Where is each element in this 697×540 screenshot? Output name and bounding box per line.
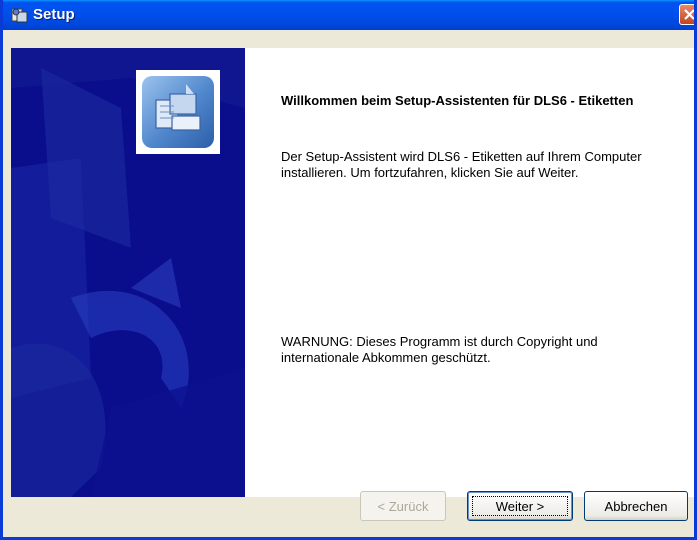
wizard-content: Willkommen beim Setup-Assistenten für DL… (245, 48, 694, 497)
close-icon (684, 9, 694, 20)
setup-app-icon (11, 8, 28, 23)
back-button[interactable]: < Zurück (360, 491, 446, 521)
window-title: Setup (33, 6, 75, 23)
dialog-client-area: Willkommen beim Setup-Assistenten für DL… (3, 30, 694, 537)
cancel-button[interactable]: Abbrechen (584, 491, 688, 521)
wizard-side-banner (11, 48, 245, 497)
next-button[interactable]: Weiter > (467, 491, 573, 521)
title-bar[interactable]: Setup (3, 0, 694, 30)
welcome-heading: Willkommen beim Setup-Assistenten für DL… (281, 93, 634, 108)
focus-rect (472, 496, 568, 516)
copyright-warning: WARNUNG: Dieses Programm ist durch Copyr… (281, 334, 598, 365)
setup-wizard-icon (136, 70, 220, 154)
close-button[interactable] (679, 4, 694, 25)
intro-text: Der Setup-Assistent wird DLS6 - Etikette… (281, 149, 642, 180)
setup-window: Setup Willkommen beim Setup-Assistenten … (0, 0, 697, 540)
